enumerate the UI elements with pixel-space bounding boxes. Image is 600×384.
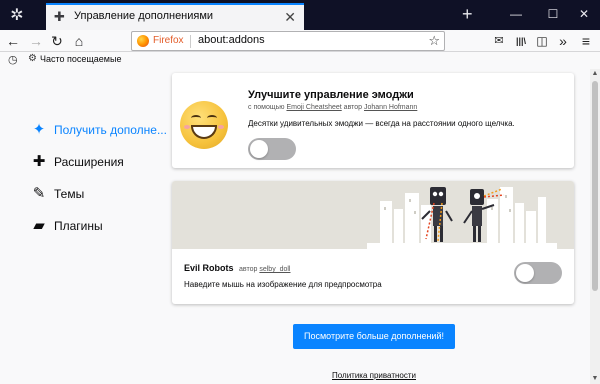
addons-content: ✦ Получить дополне... ✚ Расширения ✎ Тем… [0, 69, 600, 384]
minimize-button[interactable]: — [506, 6, 526, 22]
sidebar-item-plugins[interactable]: ▰ Плагины [30, 217, 103, 235]
sidebar-item-label: Темы [54, 187, 85, 201]
smiley-emoji-icon [180, 101, 228, 149]
addon-description: Наведите мышь на изображение для предпро… [184, 280, 382, 289]
tab-menu-icon[interactable]: ✲ [6, 6, 28, 26]
tab-close-button[interactable]: ✕ [284, 8, 296, 26]
menu-button[interactable]: ≡ [576, 31, 596, 51]
byline-prefix: с помощью [248, 104, 285, 111]
addon-name: Evil Robots [184, 263, 234, 273]
sidebar-item-label: Получить дополне... [54, 123, 167, 137]
toggle-knob [250, 140, 268, 158]
back-arrow-icon: ← [6, 33, 20, 49]
addon-byline: с помощью Emoji Cheatsheet автор Johann … [248, 104, 417, 111]
robots-skyline-illustration [367, 187, 557, 249]
toggle-knob [516, 264, 534, 282]
author-link[interactable]: selby_doll [259, 266, 290, 273]
clock-icon[interactable]: ◷ [8, 54, 18, 67]
sidebar-item-extensions[interactable]: ✚ Расширения [30, 153, 124, 171]
scroll-up-arrow-icon[interactable]: ▲ [590, 69, 600, 79]
theme-preview-image[interactable] [172, 181, 574, 249]
addon-link[interactable]: Emoji Cheatsheet [286, 104, 341, 111]
privacy-policy-link[interactable]: Политика приватности [332, 371, 416, 380]
bookmark-most-visited[interactable]: ⚙ Часто посещаемые [28, 53, 121, 64]
sidebar-button[interactable]: ◫ [532, 31, 552, 51]
sidebar-icon: ◫ [536, 34, 548, 48]
sidebar-item-label: Плагины [54, 219, 103, 233]
home-button[interactable]: ⌂ [69, 31, 89, 51]
addon-title: Evil Robots автор selby_doll [184, 263, 291, 273]
puzzle-icon: ✚ [32, 153, 46, 170]
plugin-icon: ▰ [33, 217, 45, 234]
scrollbar-thumb[interactable] [592, 81, 598, 291]
identity-label: Firefox [153, 35, 184, 46]
hamburger-menu-icon: ≡ [581, 33, 591, 49]
reload-icon: ↻ [51, 33, 63, 49]
new-tab-button[interactable]: + [462, 4, 473, 24]
reload-button[interactable]: ↻ [47, 31, 67, 51]
forward-button[interactable]: → [26, 31, 46, 51]
library-button[interactable]: |||\ [511, 31, 531, 51]
addon-card-emoji: Улучшите управление эмоджи с помощью Emo… [172, 73, 574, 168]
install-toggle[interactable] [514, 262, 562, 284]
puzzle-icon: ✚ [54, 9, 65, 24]
inbox-icon: ✉ [494, 35, 504, 47]
addon-title: Улучшите управление эмоджи [248, 89, 414, 101]
bookmarks-toolbar: ◷ ⚙ Часто посещаемые [0, 52, 600, 69]
url-input[interactable]: about:addons [198, 34, 265, 46]
gear-icon: ⚙ [28, 53, 37, 64]
url-divider [190, 35, 191, 48]
navigation-bar: ← → ↻ ⌂ Firefox about:addons ☆ ✉ |||\ ◫ … [0, 30, 600, 52]
bookmark-label: Часто посещаемые [39, 53, 122, 64]
back-button[interactable]: ← [3, 31, 23, 51]
home-icon: ⌂ [74, 33, 84, 49]
sidebar-item-label: Расширения [54, 155, 124, 169]
author-prefix: автор [239, 266, 258, 273]
maximize-button[interactable]: ☐ [543, 6, 563, 22]
firefox-logo-icon [137, 35, 149, 47]
library-icon: |||\ [515, 36, 527, 46]
scroll-down-arrow-icon[interactable]: ▼ [590, 374, 600, 384]
puzzle-sparkle-icon: ✦ [32, 121, 46, 138]
vertical-scrollbar[interactable]: ▲ ▼ [590, 69, 600, 384]
install-toggle[interactable] [248, 138, 296, 160]
url-bar[interactable]: Firefox about:addons ☆ [131, 31, 445, 51]
tab-addons-manager[interactable]: ✚ Управление дополнениями ✕ [46, 3, 304, 30]
addon-card-evil-robots: Evil Robots автор selby_doll Наведите мы… [172, 181, 574, 304]
sidebar-item-themes[interactable]: ✎ Темы [30, 185, 85, 203]
see-more-addons-button[interactable]: Посмотрите больше дополнений! [293, 324, 455, 349]
close-window-button[interactable]: ✕ [574, 6, 594, 22]
brush-icon: ✎ [32, 185, 46, 202]
title-bar: ✲ ✚ Управление дополнениями ✕ + — ☐ ✕ [0, 0, 600, 30]
addon-byline: автор selby_doll [239, 266, 290, 273]
inbox-button[interactable]: ✉ [489, 31, 509, 51]
forward-arrow-icon: → [29, 33, 43, 49]
tab-title: Управление дополнениями [74, 10, 214, 22]
addon-description: Десятки удивительных эмоджи — всегда на … [248, 119, 515, 128]
bookmark-star-icon[interactable]: ☆ [428, 33, 440, 49]
author-prefix: автор [343, 104, 363, 111]
overflow-button[interactable]: » [553, 31, 573, 51]
overflow-chevron-icon: » [559, 33, 567, 49]
author-link[interactable]: Johann Hofmann [364, 104, 417, 111]
sidebar-item-get-addons[interactable]: ✦ Получить дополне... [30, 121, 167, 139]
